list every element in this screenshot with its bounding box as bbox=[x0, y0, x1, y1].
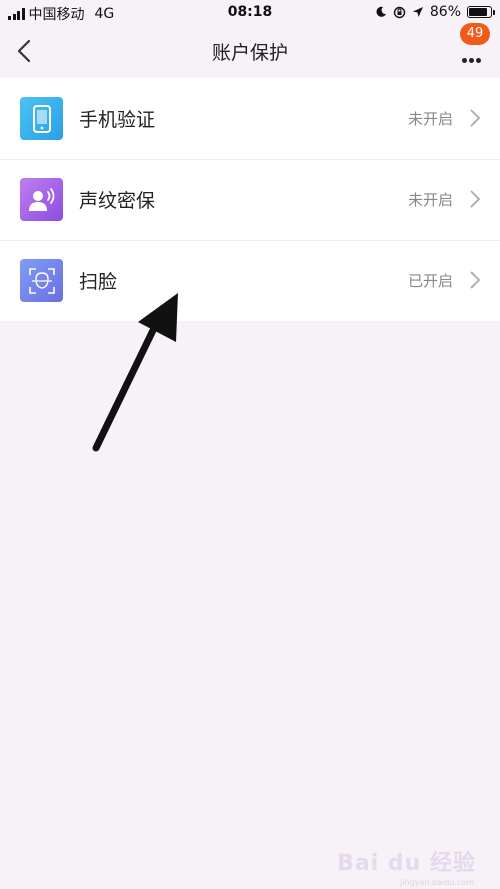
status-bar: 中国移动 4G 08:18 86% bbox=[0, 0, 500, 26]
more-icon[interactable] bbox=[462, 48, 483, 67]
list-item-phone-verification[interactable]: 手机验证 未开启 bbox=[0, 78, 500, 159]
item-status: 未开启 bbox=[407, 110, 453, 128]
moon-icon bbox=[376, 6, 386, 17]
voiceprint-icon bbox=[20, 178, 63, 221]
item-label: 扫脸 bbox=[79, 271, 118, 293]
status-bar-right: 86% bbox=[375, 4, 495, 20]
list-item-face-scan[interactable]: 扫脸 已开启 bbox=[0, 240, 500, 321]
phone-icon bbox=[20, 97, 63, 140]
item-status: 未开启 bbox=[407, 191, 453, 209]
page-title: 账户保护 bbox=[211, 42, 288, 64]
item-label: 手机验证 bbox=[79, 109, 156, 131]
notification-badge: 49 bbox=[460, 23, 490, 45]
watermark-url: jingyan.baidu.com bbox=[400, 878, 474, 887]
watermark-logo: Bai du 经验 bbox=[337, 851, 476, 876]
nav-bar: 账户保护 49 bbox=[0, 23, 500, 76]
battery-percent: 86% bbox=[429, 4, 461, 20]
item-label: 声纹密保 bbox=[79, 190, 156, 212]
protection-list: 手机验证 未开启 声纹密保 未开启 扫脸 已开启 bbox=[0, 78, 500, 321]
battery-fill bbox=[469, 8, 488, 16]
chevron-right-icon bbox=[470, 190, 481, 208]
more-menu-button[interactable] bbox=[462, 48, 484, 63]
chevron-right-icon bbox=[470, 271, 481, 289]
list-item-voiceprint[interactable]: 声纹密保 未开启 bbox=[0, 159, 500, 240]
chevron-right-icon bbox=[470, 109, 481, 127]
battery-icon bbox=[467, 6, 495, 18]
location-icon bbox=[412, 7, 423, 17]
item-status: 已开启 bbox=[407, 272, 453, 290]
face-scan-icon bbox=[20, 259, 63, 302]
rotation-lock-icon bbox=[393, 6, 406, 18]
